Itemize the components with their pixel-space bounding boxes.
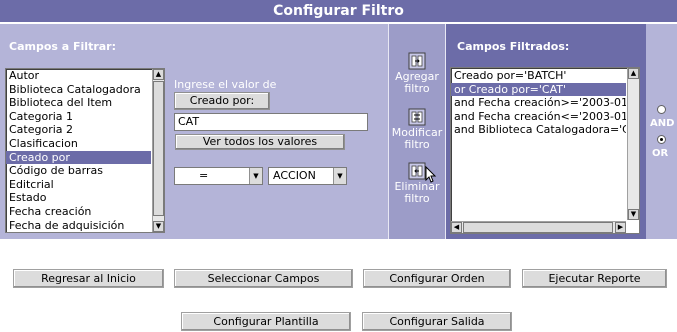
configure-order-button[interactable]: Configurar Orden [363,269,511,288]
mouse-cursor-icon [425,166,437,183]
filter-item[interactable]: Creado por='BATCH' [451,69,626,83]
value-input[interactable]: CAT [174,113,368,131]
filtered-label: Campos Filtrados: [457,40,570,53]
field-item[interactable]: Autor [6,69,151,83]
filtered-scrollbar[interactable]: ▲ ▼ [627,68,639,220]
action-value: ACCION [273,169,316,182]
field-item[interactable]: Fecha de adquisición [6,219,151,232]
filtered-list: Creado por='BATCH' or Creado por='CAT' a… [451,69,626,137]
fields-panel: Campos a Filtrar: Autor Biblioteca Catal… [0,24,170,239]
field-item[interactable]: Clasificacion [6,137,151,151]
field-item[interactable]: Biblioteca del Item [6,96,151,110]
filtered-panel: Campos Filtrados: Creado por='BATCH' or … [446,24,646,239]
field-item[interactable]: Estado [6,191,151,205]
value-prompt: Ingrese el valor de [174,78,277,91]
filtered-listbox[interactable]: Creado por='BATCH' or Creado por='CAT' a… [450,67,640,234]
delete-filter-icon [408,162,426,180]
chevron-down-icon[interactable]: ▼ [249,168,262,184]
chevron-down-icon[interactable]: ▼ [333,168,346,184]
modify-filter-label: Modificar filtro [391,126,443,151]
or-radio[interactable] [657,135,666,144]
scroll-right-icon[interactable]: ▶ [615,222,626,233]
scroll-up-icon[interactable]: ▲ [153,69,164,80]
operator-select[interactable]: = ▼ [174,167,263,185]
action-select[interactable]: ACCION ▼ [268,167,347,185]
view-all-values-button[interactable]: Ver todos los valores [175,134,345,150]
field-item[interactable]: Fecha creación [6,205,151,219]
modify-filter-button[interactable]: Modificar filtro [389,108,445,151]
fields-listbox[interactable]: Autor Biblioteca Catalogadora Biblioteca… [5,68,165,233]
logic-panel: AND OR [646,24,677,239]
and-label: AND [650,118,675,129]
field-item-selected[interactable]: Creado por [6,150,151,165]
configure-template-button[interactable]: Configurar Plantilla [181,312,351,331]
field-item[interactable]: Editcrial [6,178,151,192]
or-label: OR [652,148,669,159]
scroll-down-icon[interactable]: ▼ [628,209,639,220]
fields-scrollbar[interactable]: ▲ ▼ [152,69,164,232]
field-item[interactable]: Categoria 1 [6,110,151,124]
field-name-button[interactable]: Creado por: [174,92,270,110]
page-title: Configurar Filtro [0,0,677,22]
and-radio[interactable] [657,105,666,114]
add-filter-icon [408,52,426,70]
scroll-thumb[interactable] [153,81,164,216]
actions-panel: Agregar filtro Modificar filtro Eliminar… [389,24,445,239]
scroll-up-icon[interactable]: ▲ [628,68,639,79]
field-item[interactable]: Biblioteca Catalogadora [6,83,151,97]
configure-output-button[interactable]: Configurar Salida [362,312,512,331]
select-fields-button[interactable]: Seleccionar Campos [174,269,353,288]
fields-list: Autor Biblioteca Catalogadora Biblioteca… [6,69,151,232]
value-panel: Ingrese el valor de Creado por: CAT Ver … [170,24,388,239]
filter-item[interactable]: and Fecha creación<='2003-01 [451,110,626,124]
field-item[interactable]: Categoria 2 [6,123,151,137]
fields-label: Campos a Filtrar: [9,40,117,53]
run-report-button[interactable]: Ejecutar Reporte [522,269,667,288]
scroll-left-icon[interactable]: ◀ [451,222,462,233]
operator-value: = [199,169,209,182]
filter-item[interactable]: and Fecha creación>='2003-01 [451,96,626,110]
filter-item-selected[interactable]: or Creado por='CAT' [451,82,626,97]
modify-filter-icon [408,108,426,126]
add-filter-label: Agregar filtro [395,70,439,95]
filter-item[interactable]: and Biblioteca Catalogadora='C [451,123,626,137]
field-item[interactable]: Código de barras [6,164,151,178]
scroll-down-icon[interactable]: ▼ [153,221,164,232]
scroll-thumb[interactable] [463,222,613,233]
filtered-hscrollbar[interactable]: ◀ ▶ [451,221,626,233]
go-home-button[interactable]: Regresar al Inicio [13,269,164,288]
add-filter-button[interactable]: Agregar filtro [389,52,445,95]
